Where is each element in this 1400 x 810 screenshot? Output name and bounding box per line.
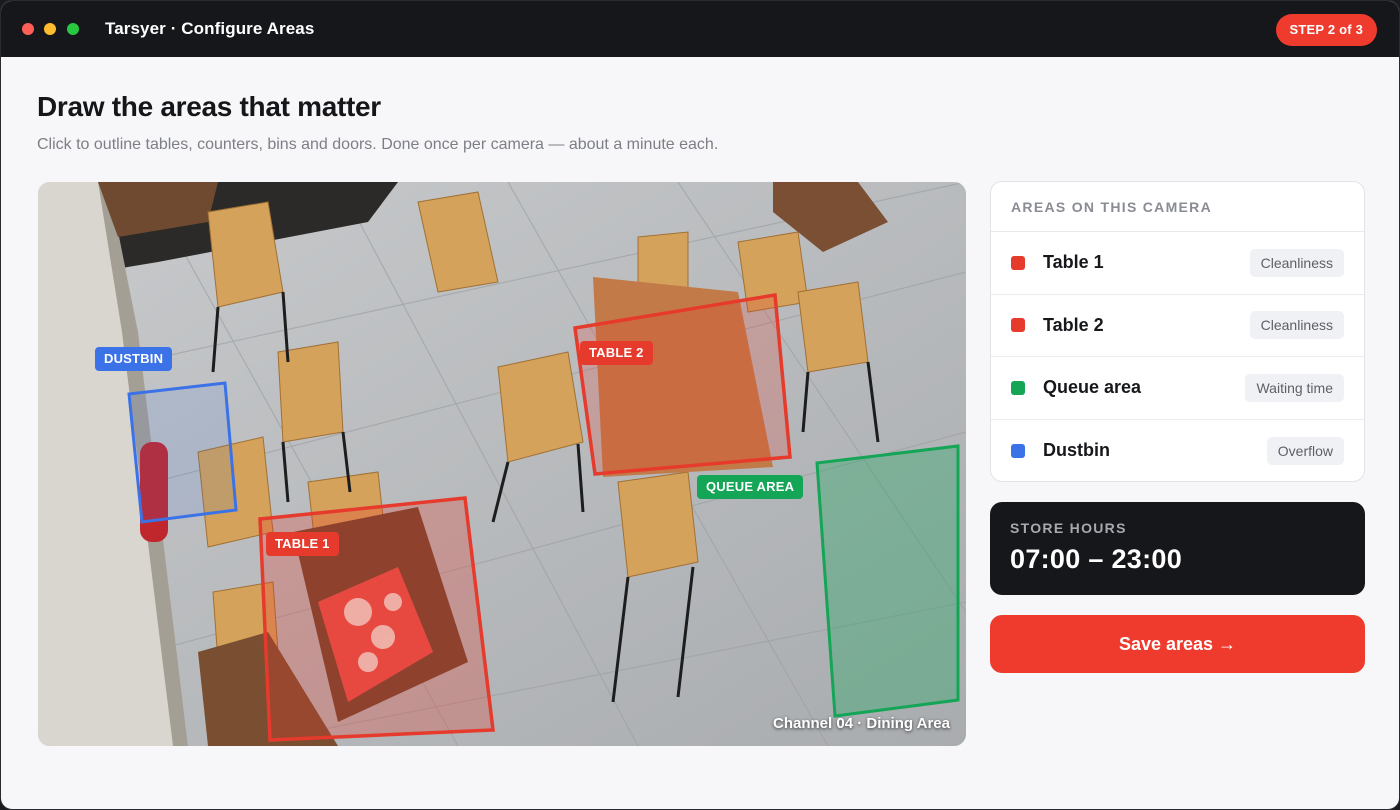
camera-scene bbox=[38, 182, 966, 746]
areas-panel-title: AREAS ON THIS CAMERA bbox=[991, 182, 1364, 232]
area-color-swatch bbox=[1011, 380, 1025, 395]
queue-area-polygon[interactable] bbox=[815, 444, 960, 718]
area-metric-tag: Overflow bbox=[1266, 436, 1344, 465]
title-bar: Tarsyer · Configure Areas STEP 2 of 3 bbox=[1, 1, 1399, 57]
save-areas-button[interactable]: Save areas → bbox=[990, 615, 1365, 673]
step-badge: STEP 2 of 3 bbox=[1275, 14, 1377, 46]
page-subtitle: Click to outline tables, counters, bins … bbox=[37, 136, 719, 153]
close-window-button[interactable] bbox=[22, 23, 34, 35]
queue-area-label[interactable]: QUEUE AREA bbox=[697, 475, 804, 499]
area-color-swatch bbox=[1011, 255, 1025, 270]
camera-view[interactable]: DUSTBIN TABLE 2 QUEUE AREA TABLE 1 Chann… bbox=[38, 182, 966, 746]
area-metric-tag: Cleanliness bbox=[1249, 311, 1344, 340]
area-row-queue-area[interactable]: Queue area Waiting time bbox=[991, 357, 1364, 420]
window-title: Tarsyer · Configure Areas bbox=[105, 19, 315, 38]
area-name: Dustbin bbox=[1043, 440, 1110, 461]
camera-channel-label: Channel 04 · Dining Area bbox=[773, 715, 950, 732]
area-row-table-2[interactable]: Table 2 Cleanliness bbox=[991, 295, 1364, 357]
store-hours-card: STORE HOURS 07:00 – 23:00 bbox=[990, 502, 1365, 595]
area-metric-tag: Cleanliness bbox=[1249, 248, 1344, 277]
table-2-area-label[interactable]: TABLE 2 bbox=[580, 341, 653, 365]
area-row-table-1[interactable]: Table 1 Cleanliness bbox=[991, 232, 1364, 295]
area-name: Table 2 bbox=[1043, 314, 1104, 335]
area-metric-tag: Waiting time bbox=[1245, 373, 1344, 402]
store-hours-label: STORE HOURS bbox=[1010, 520, 1127, 536]
store-hours-value: 07:00 – 23:00 bbox=[1010, 544, 1183, 574]
dustbin-area-label[interactable]: DUSTBIN bbox=[95, 347, 173, 371]
areas-panel: AREAS ON THIS CAMERA Table 1 Cleanliness… bbox=[990, 181, 1365, 482]
minimize-window-button[interactable] bbox=[44, 23, 56, 35]
area-name: Table 1 bbox=[1043, 252, 1104, 273]
maximize-window-button[interactable] bbox=[67, 23, 79, 35]
table-1-area-label[interactable]: TABLE 1 bbox=[266, 532, 339, 556]
app-window: Tarsyer · Configure Areas STEP 2 of 3 Dr… bbox=[0, 0, 1400, 810]
area-color-swatch bbox=[1011, 443, 1025, 458]
area-color-swatch bbox=[1011, 318, 1025, 333]
area-row-dustbin[interactable]: Dustbin Overflow bbox=[991, 420, 1364, 482]
table-2-area-polygon[interactable] bbox=[573, 292, 792, 476]
dustbin-area-polygon[interactable] bbox=[127, 381, 238, 524]
page-title: Draw the areas that matter bbox=[37, 91, 381, 122]
area-name: Queue area bbox=[1043, 377, 1142, 398]
